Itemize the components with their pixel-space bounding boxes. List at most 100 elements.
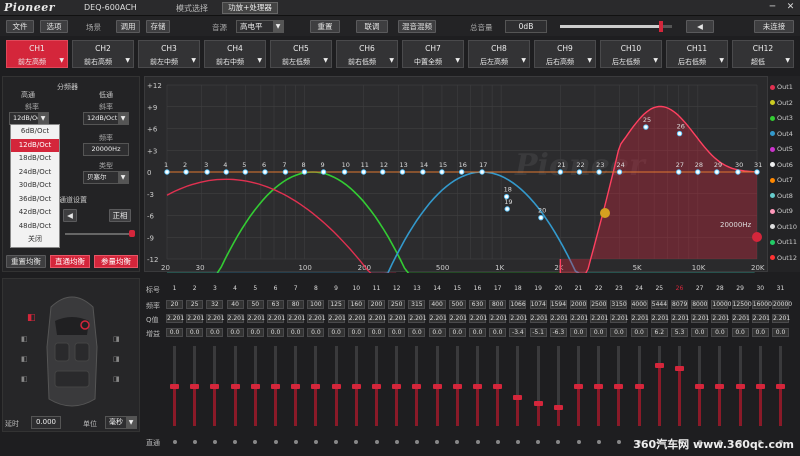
eq-freqs-cell[interactable]: 1066 <box>509 300 527 309</box>
eq-band-point[interactable] <box>676 169 682 175</box>
through-toggle[interactable] <box>475 440 480 444</box>
eq-gain-cell[interactable]: 0.0 <box>408 328 426 337</box>
eq-band-point[interactable] <box>504 206 510 212</box>
eq-band-point[interactable] <box>360 169 367 175</box>
eq-q-cell[interactable]: 2.201 <box>267 314 285 323</box>
volume-track[interactable] <box>560 25 672 28</box>
eq-gain-slider-handle[interactable] <box>513 395 523 401</box>
speaker-icon[interactable]: ◧ <box>21 375 28 383</box>
eq-gain-slider-handle[interactable] <box>735 384 745 389</box>
slope-option[interactable]: 6dB/Oct <box>11 125 59 139</box>
eq-band-point[interactable] <box>676 130 683 137</box>
eq-gain-cell[interactable]: 0.0 <box>186 328 204 337</box>
eq-gain-cell[interactable]: 0.0 <box>772 328 789 337</box>
eq-band-point[interactable] <box>262 169 268 175</box>
eq-gain-slider-handle[interactable] <box>473 384 482 389</box>
legend-item[interactable]: Out8 <box>770 192 793 200</box>
eq-q-cell[interactable]: 2.201 <box>590 314 608 323</box>
channel-button-ch9[interactable]: CH9 后右高频 ▼ <box>534 40 596 68</box>
frequency-response-graph[interactable]: +12 +9 +6 +3 0 -3 -6 -9 -12 20 30 100 200 500 1K 2K 5K 10… <box>144 76 769 275</box>
eq-q-cell[interactable]: 2.201 <box>347 314 366 323</box>
eq-freqs-cell[interactable]: 5444 <box>650 300 668 309</box>
eq-band-point[interactable] <box>301 169 308 175</box>
legend-item[interactable]: Out9 <box>770 207 793 215</box>
slope-option[interactable]: 42dB/Oct <box>11 206 59 220</box>
through-toggle[interactable] <box>253 440 258 444</box>
slope-option[interactable]: 48dB/Oct <box>11 220 59 234</box>
eq-gain-slider-handle[interactable] <box>574 384 583 389</box>
eq-gain-slider-handle[interactable] <box>432 384 442 389</box>
speaker-icon[interactable]: ◧ <box>21 335 28 343</box>
eq-gain-cell[interactable]: 0.0 <box>731 328 749 337</box>
eq-band-point[interactable] <box>576 169 583 175</box>
eq-freqs-cell[interactable]: 400 <box>428 300 446 309</box>
eq-freqs-cell[interactable]: 100 <box>307 300 325 309</box>
through-toggle[interactable] <box>616 440 621 444</box>
options-button[interactable]: 选项 <box>40 20 68 33</box>
eq-gain-slider-handle[interactable] <box>634 384 644 389</box>
legend-item[interactable]: Out11 <box>770 238 797 246</box>
lp-type-select[interactable]: 贝塞尔 ▼ <box>83 171 129 184</box>
eq-freqs-cell[interactable]: 800 <box>489 300 507 309</box>
legend-item[interactable]: Out5 <box>770 145 793 153</box>
eq-gain-cell[interactable]: 0.0 <box>570 328 587 337</box>
eq-gain-slider-handle[interactable] <box>170 384 179 389</box>
eq-q-cell[interactable]: 2.201 <box>428 314 447 323</box>
eq-freqs-cell[interactable]: 1074 <box>529 300 547 309</box>
speaker-icon[interactable]: ◨ <box>113 335 120 343</box>
file-button[interactable]: 文件 <box>6 20 34 33</box>
legend-item[interactable]: Out12 <box>770 254 797 262</box>
eq-gain-slider-handle[interactable] <box>755 384 765 389</box>
speaker-icon[interactable]: ◨ <box>113 375 120 383</box>
slope-option[interactable]: 24dB/Oct <box>11 166 59 180</box>
eq-band-point[interactable] <box>341 169 348 175</box>
eq-gain-slider-handle[interactable] <box>776 384 785 389</box>
forward-phase-button[interactable]: 正相 <box>109 209 131 222</box>
eq-band-point[interactable] <box>479 169 485 175</box>
eq-gain-slider-handle[interactable] <box>372 384 381 389</box>
channel-button-ch4[interactable]: CH4 前右中频 ▼ <box>204 40 266 68</box>
eq-gain-cell[interactable]: 0.0 <box>489 328 507 337</box>
eq-band-point[interactable] <box>596 169 602 175</box>
legend-item[interactable]: Out6 <box>770 161 793 169</box>
eq-gain-cell[interactable]: 0.0 <box>307 328 325 337</box>
eq-band-point[interactable] <box>282 169 289 175</box>
source-select[interactable]: 高电平 ▼ <box>236 20 284 33</box>
eq-gain-slider-handle[interactable] <box>553 405 563 410</box>
eq-freqs-cell[interactable]: 315 <box>408 300 426 309</box>
eq-gain-slider-handle[interactable] <box>351 384 361 389</box>
channel-level-handle[interactable] <box>129 230 135 237</box>
eq-freqs-cell[interactable]: 200 <box>368 300 385 309</box>
slope-option[interactable]: 关闭 <box>11 233 59 247</box>
eq-gain-cell[interactable]: 0.0 <box>368 328 385 337</box>
eq-freqs-cell[interactable]: 10000 <box>711 300 731 309</box>
eq-q-cell[interactable]: 2.201 <box>226 314 245 323</box>
eq-q-cell[interactable]: 2.201 <box>287 314 305 323</box>
through-toggle[interactable] <box>596 440 601 444</box>
reset-eq-button[interactable]: 重置均衡 <box>6 255 46 268</box>
eq-q-cell[interactable]: 2.201 <box>529 314 548 323</box>
legend-item[interactable]: Out3 <box>770 114 793 122</box>
eq-q-cell[interactable]: 2.201 <box>408 314 427 323</box>
lp-freq-input[interactable]: 20000Hz <box>83 143 129 156</box>
eq-gain-slider-handle[interactable] <box>533 401 543 406</box>
volume-slider-handle[interactable] <box>658 21 663 32</box>
through-toggle[interactable] <box>455 440 460 444</box>
response-plot[interactable]: +12+9+6+30-3-6-9-1220 30 100 200 500 1K 2K 5K 10… <box>145 77 769 275</box>
close-button[interactable]: ✕ <box>784 2 797 14</box>
eq-q-cell[interactable]: 2.201 <box>650 314 669 323</box>
eq-band-point[interactable] <box>242 169 248 175</box>
eq-q-cell[interactable]: 2.201 <box>630 314 649 323</box>
eq-freqs-cell[interactable]: 3150 <box>610 300 628 309</box>
eq-q-cell[interactable]: 2.201 <box>368 314 386 323</box>
eq-freqs-cell[interactable]: 2000 <box>570 300 587 309</box>
eq-freqs-cell[interactable]: 20000 <box>772 300 792 309</box>
eq-q-cell[interactable]: 2.201 <box>772 314 790 323</box>
eq-band-point[interactable] <box>223 169 229 175</box>
through-toggle[interactable] <box>293 440 298 444</box>
link-button[interactable]: 联调 <box>356 20 388 33</box>
channel-button-ch10[interactable]: CH10 后左低频 ▼ <box>600 40 662 68</box>
channel-button-ch2[interactable]: CH2 前右高频 ▼ <box>72 40 134 68</box>
eq-band-point[interactable] <box>204 169 210 175</box>
eq-gain-cell[interactable]: 0.0 <box>206 328 224 337</box>
